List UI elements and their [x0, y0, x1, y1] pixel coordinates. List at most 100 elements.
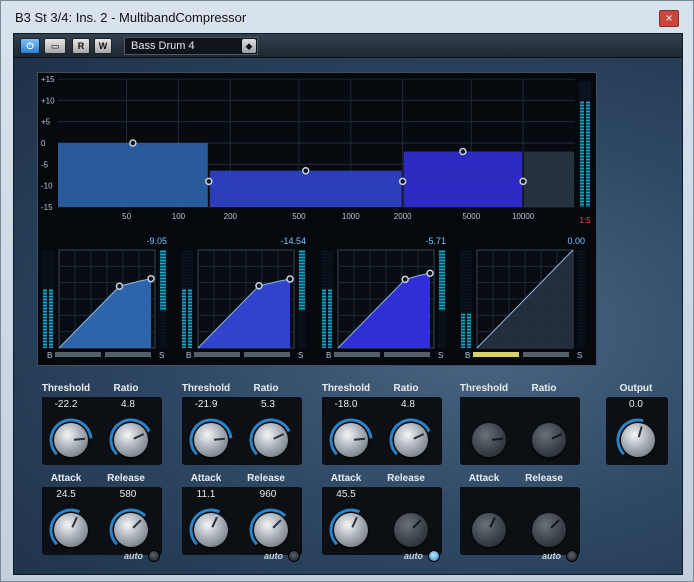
band-4-threshold-value[interactable]	[460, 397, 508, 413]
band-2-threshold-handle[interactable]	[255, 282, 263, 290]
band-1-release-knob[interactable]	[109, 508, 153, 552]
band-1-threshold-knob[interactable]	[49, 418, 93, 462]
band-3-ratio-handle[interactable]	[426, 269, 434, 278]
band-3-attack-knob[interactable]	[329, 508, 373, 552]
read-automation-button[interactable]: R	[72, 38, 90, 54]
band-1-release-value[interactable]: 580	[104, 487, 152, 503]
band-3-release-knob[interactable]	[389, 508, 433, 552]
band-2-threshold-label: Threshold	[181, 383, 231, 394]
band-3-attack-knob-cap	[334, 513, 368, 547]
band-4-bypass-button[interactable]	[473, 352, 519, 357]
band-1-attack-knob[interactable]	[49, 508, 93, 552]
band-2-solo-button[interactable]	[244, 352, 290, 357]
band-1-bypass-button[interactable]	[55, 352, 101, 357]
band-2-region[interactable]	[209, 170, 402, 207]
band-2-threshold-knob[interactable]	[189, 418, 233, 462]
band-2-threshold-knob-pointer	[213, 437, 226, 441]
db-tick-label: +15	[41, 75, 55, 84]
band-2-attack-knob-cap	[194, 513, 228, 547]
band-4-attack-knob[interactable]	[467, 508, 511, 552]
band-1-attack-value[interactable]: 24.5	[42, 487, 90, 503]
crossover-handle-1[interactable]	[205, 177, 213, 186]
band-4-solo-label: S	[577, 351, 582, 360]
crossover-handle-2[interactable]	[398, 177, 407, 186]
band-1-ratio-value[interactable]: 4.8	[104, 397, 152, 413]
db-tick-label: -15	[41, 203, 53, 212]
band-4-release-knob-cap	[532, 513, 566, 547]
band-4-ratio-knob-pointer	[551, 433, 563, 440]
band-1-ratio-knob-cap	[114, 423, 148, 457]
band-4-release-value[interactable]	[522, 487, 570, 503]
preset-menu-icon[interactable]: ◆	[242, 39, 256, 53]
preset-selector[interactable]: Bass Drum 4 ◆	[124, 37, 258, 55]
band-3-threshold-handle[interactable]	[401, 275, 409, 284]
band-2-attack-knob[interactable]	[189, 508, 233, 552]
analysis-display: +15 +10 +5 0 -5 -10 -15 50 100 200 500 1000 2000 5000…	[37, 72, 597, 366]
band-3-release-value[interactable]	[384, 487, 432, 503]
band-3-ratio-knob[interactable]	[389, 418, 433, 462]
bypass-button[interactable]: ▭	[44, 38, 66, 54]
band-4-attack-knob-cap	[472, 513, 506, 547]
band-4-threshold-knob[interactable]	[467, 418, 511, 462]
band-3-attack-label: Attack	[330, 473, 362, 484]
band-1-solo-label: S	[159, 351, 164, 360]
band-2-release-value[interactable]: 960	[244, 487, 292, 503]
band-3-solo-button[interactable]	[384, 352, 430, 357]
band-3-solo-label: S	[438, 351, 443, 360]
band-3-auto-label: auto	[404, 551, 423, 561]
band-2-ratio-knob-pointer	[273, 433, 285, 440]
band-2-gain-handle[interactable]	[301, 166, 310, 175]
band-4-attack-value[interactable]	[460, 487, 508, 503]
band-1-threshold-value[interactable]: -22.2	[42, 397, 90, 413]
band-1-gain-handle[interactable]	[129, 139, 137, 147]
title-bar[interactable]: B3 St 3/4: Ins. 2 - MultibandCompressor …	[1, 1, 693, 31]
band-2-threshold-value[interactable]: -21.9	[182, 397, 230, 413]
band-3-auto-release-toggle[interactable]	[428, 550, 440, 562]
band-3-bypass-label: B	[326, 351, 331, 360]
band-2-bypass-button[interactable]	[194, 352, 240, 357]
band-2-release-label: Release	[247, 473, 285, 484]
crossover-handle-3[interactable]	[519, 177, 527, 186]
band-3-threshold-knob[interactable]	[329, 418, 373, 462]
band-4-ratio-knob-cap	[532, 423, 566, 457]
freq-tick-label: 500	[292, 212, 306, 221]
band-3-attack-value[interactable]: 45.5	[322, 487, 370, 503]
band-2-ratio-knob[interactable]	[249, 418, 293, 462]
band-4-auto-release-toggle[interactable]	[566, 550, 578, 562]
display-svg[interactable]: +15 +10 +5 0 -5 -10 -15 50 100 200 500 1000 2000 5000…	[38, 73, 598, 367]
close-button[interactable]: ×	[659, 10, 679, 27]
band-4-bypass-label: B	[465, 351, 470, 360]
output-gain-knob[interactable]	[616, 418, 660, 462]
band-4-controls: Threshold Ratio Attack Release auto	[454, 377, 584, 567]
band-3-release-knob-cap	[394, 513, 428, 547]
band-1-attack-label: Attack	[50, 473, 82, 484]
write-automation-button[interactable]: W	[94, 38, 112, 54]
band-2-attack-value[interactable]: 11.1	[182, 487, 230, 503]
band-3-gain-handle[interactable]	[459, 147, 467, 156]
band-1-threshold-handle[interactable]	[115, 282, 124, 291]
band-4-ratio-knob[interactable]	[527, 418, 571, 462]
band-2-auto-release-toggle[interactable]	[288, 550, 300, 562]
band-2-ratio-handle[interactable]	[286, 275, 294, 283]
band-4-solo-button[interactable]	[523, 352, 569, 357]
band-1-ratio-knob[interactable]	[109, 418, 153, 462]
band-3-threshold-value[interactable]: -18.0	[322, 397, 370, 413]
band-3-gr-readout: -5.71	[425, 236, 446, 246]
band-2-ratio-label: Ratio	[253, 383, 279, 394]
power-button[interactable]: ⏻	[20, 38, 40, 54]
preset-name: Bass Drum 4	[131, 40, 195, 52]
band-3-region[interactable]	[403, 151, 523, 207]
band-4-ratio-value[interactable]	[522, 397, 570, 413]
band-4-release-knob[interactable]	[527, 508, 571, 552]
freq-tick-label: 200	[224, 212, 238, 221]
band-1-solo-button[interactable]	[105, 352, 151, 357]
band-1-auto-release-toggle[interactable]	[148, 550, 160, 562]
band-1-ratio-handle[interactable]	[147, 274, 155, 283]
band-1-region[interactable]	[58, 143, 208, 207]
band-3-ratio-value[interactable]: 4.8	[384, 397, 432, 413]
band-4-region[interactable]	[524, 151, 574, 207]
band-2-release-knob[interactable]	[249, 508, 293, 552]
band-3-bypass-button[interactable]	[334, 352, 380, 357]
band-2-ratio-value[interactable]: 5.3	[244, 397, 292, 413]
output-value[interactable]: 0.0	[612, 397, 660, 413]
